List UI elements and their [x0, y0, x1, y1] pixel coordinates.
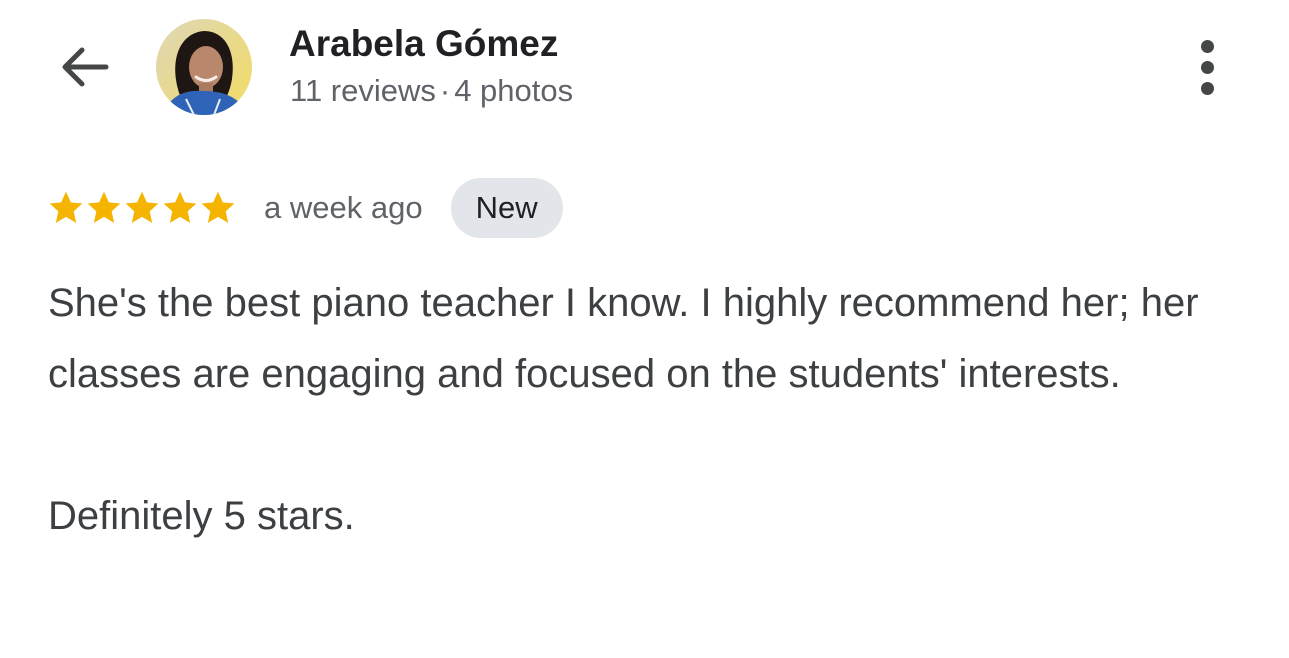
star-icon: [160, 188, 200, 228]
reviewer-header: Arabela Gómez 11 reviews · 4 photos: [0, 0, 1289, 140]
star-rating: [46, 188, 236, 228]
reviewer-name[interactable]: Arabela Gómez: [289, 22, 558, 66]
star-icon: [122, 188, 162, 228]
rating-row: a week ago New: [46, 178, 563, 238]
photo-count: 4 photos: [454, 73, 574, 108]
review-time: a week ago: [264, 190, 423, 225]
meta-separator: ·: [439, 73, 451, 108]
reviewer-meta: 11 reviews · 4 photos: [290, 71, 573, 111]
review-count: 11 reviews: [290, 73, 436, 108]
back-button[interactable]: [52, 38, 116, 96]
review-text: She's the best piano teacher I know. I h…: [48, 268, 1268, 552]
more-vertical-icon-dot: [1200, 60, 1214, 74]
review-paragraph: She's the best piano teacher I know. I h…: [48, 281, 1199, 396]
reviewer-avatar[interactable]: [156, 19, 252, 115]
more-options-button[interactable]: [1180, 36, 1234, 98]
new-badge: New: [450, 178, 563, 238]
more-vertical-icon-dot: [1200, 81, 1214, 95]
star-icon: [46, 188, 86, 228]
star-icon: [198, 188, 238, 228]
arrow-back-icon: [62, 47, 109, 87]
review-paragraph: Definitely 5 stars.: [48, 494, 355, 538]
more-vertical-icon: [1200, 39, 1214, 53]
star-icon: [84, 188, 124, 228]
